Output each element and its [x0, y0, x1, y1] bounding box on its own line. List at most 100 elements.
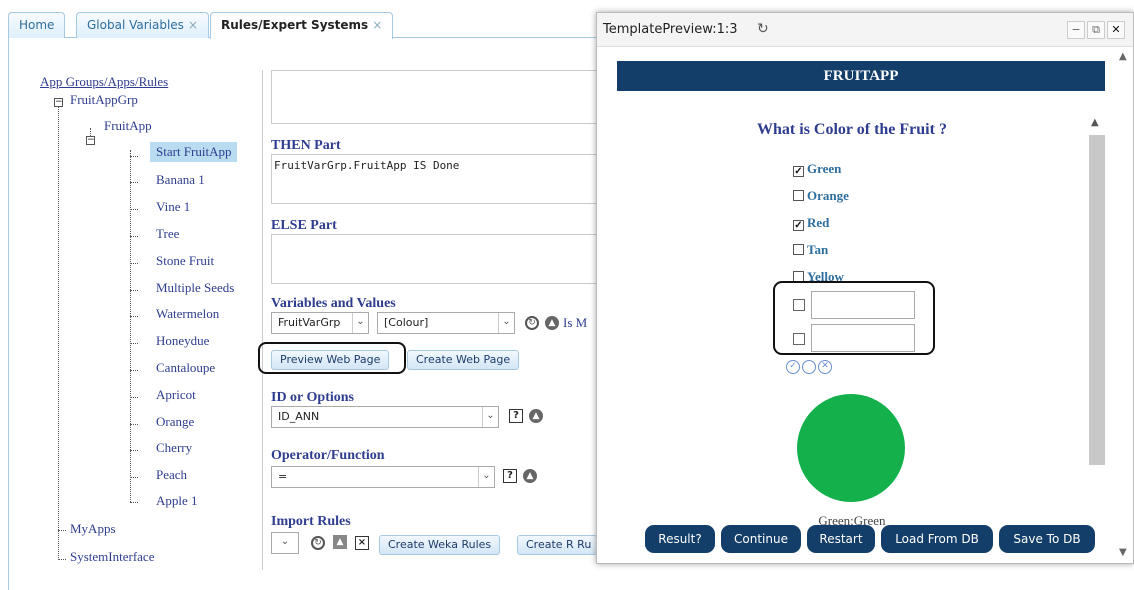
tree-app[interactable]: FruitApp: [104, 118, 152, 134]
tree-rule-item[interactable]: Multiple Seeds: [156, 280, 234, 296]
result-button[interactable]: Result?: [645, 525, 715, 553]
option-red[interactable]: ✓ Red: [793, 215, 829, 231]
chevron-down-icon: ⌄: [280, 536, 290, 547]
then-part-textarea[interactable]: FruitVarGrp.FruitApp IS Done: [271, 154, 601, 204]
window-title: TemplatePreview:1:3: [603, 22, 738, 37]
close-icon[interactable]: ×: [355, 536, 369, 550]
refresh-icon[interactable]: ↻: [311, 536, 325, 550]
maximize-icon[interactable]: ⧉: [1087, 21, 1105, 39]
import-rules-label: Import Rules: [271, 514, 351, 529]
create-r-rules-button[interactable]: Create R Ru: [517, 535, 597, 555]
tree-rule-item[interactable]: Watermelon: [156, 306, 219, 322]
refresh-icon[interactable]: ↻: [525, 316, 539, 330]
inner-scrollbar[interactable]: ▲: [1089, 113, 1105, 553]
tree-rule-item[interactable]: Cherry: [156, 440, 192, 456]
tree-branch: [130, 156, 138, 157]
close-icon[interactable]: ×: [372, 18, 382, 32]
tree-branch: [130, 209, 138, 210]
tree-rule-item[interactable]: Apple 1: [156, 493, 198, 509]
minimize-icon[interactable]: −: [1067, 21, 1085, 39]
tree-branch: [130, 290, 138, 291]
var-name-select[interactable]: [Colour] ⌄: [377, 312, 515, 334]
custom-option-input[interactable]: [811, 324, 915, 352]
then-value: FruitVarGrp.FruitApp IS Done: [274, 159, 460, 172]
save-to-db-button[interactable]: Save To DB: [999, 525, 1095, 553]
custom-option-input[interactable]: [811, 291, 915, 319]
operator-select[interactable]: = ⌄: [271, 466, 495, 488]
tree-root-link[interactable]: App Groups/Apps/Rules: [40, 74, 168, 90]
if-part-textarea[interactable]: [271, 70, 601, 124]
upload-icon[interactable]: ▲: [333, 535, 347, 549]
checkbox[interactable]: [793, 333, 805, 345]
chevron-down-icon: ⌄: [498, 313, 514, 333]
tree-group[interactable]: FruitAppGrp: [70, 92, 138, 108]
option-tan[interactable]: Tan: [793, 242, 828, 258]
help-icon[interactable]: ?: [509, 409, 523, 423]
tree-rule-item[interactable]: Honeydue: [156, 333, 209, 349]
chevron-down-icon: ⌄: [482, 407, 498, 427]
up-arrow-icon[interactable]: ▲: [545, 316, 559, 330]
tab-label: Home: [19, 18, 55, 32]
else-part-textarea[interactable]: [271, 234, 601, 284]
scroll-down-icon[interactable]: ▼: [1119, 547, 1127, 558]
tree-branch: [130, 502, 138, 503]
var-group-value: FruitVarGrp: [278, 316, 341, 329]
tree-rule-item[interactable]: Vine 1: [156, 199, 190, 215]
import-select[interactable]: ⌄: [271, 532, 299, 554]
option-green[interactable]: ✓ Green: [793, 161, 841, 177]
load-from-db-button[interactable]: Load From DB: [881, 525, 993, 553]
help-icon[interactable]: ?: [503, 469, 517, 483]
tree-rule-item[interactable]: Banana 1: [156, 172, 205, 188]
continue-button[interactable]: Continue: [721, 525, 801, 553]
scroll-up-icon[interactable]: ▲: [1119, 51, 1127, 62]
tree-rule-item[interactable]: Peach: [156, 467, 187, 483]
option-orange[interactable]: Orange: [793, 188, 849, 204]
tree-rule-item[interactable]: Orange: [156, 414, 194, 430]
restart-button[interactable]: Restart: [807, 525, 875, 553]
blank-icon[interactable]: [802, 360, 816, 374]
checkbox[interactable]: [793, 299, 805, 311]
else-label: ELSE Part: [271, 218, 337, 233]
checkbox[interactable]: [793, 190, 804, 201]
id-options-select[interactable]: ID_ANN ⌄: [271, 406, 499, 428]
scroll-thumb[interactable]: [1089, 135, 1105, 465]
tree-branch: [130, 316, 138, 317]
operator-label: Operator/Function: [271, 448, 385, 463]
scroll-up-icon[interactable]: ▲: [1091, 117, 1099, 128]
confirm-icon[interactable]: ✓: [786, 360, 800, 374]
checkbox-checked[interactable]: ✓: [793, 220, 804, 231]
tree-rule-item[interactable]: Cantaloupe: [156, 360, 215, 376]
close-icon[interactable]: ×: [188, 18, 198, 32]
frame-border: [8, 38, 9, 590]
create-web-page-button[interactable]: Create Web Page: [407, 350, 520, 370]
checkbox-checked[interactable]: ✓: [793, 166, 804, 177]
tree-rule-item[interactable]: Tree: [156, 226, 179, 242]
cancel-icon[interactable]: ✕: [818, 360, 832, 374]
tab-label: Global Variables: [87, 18, 184, 32]
tree-rule-item[interactable]: Stone Fruit: [156, 253, 214, 269]
var-group-select[interactable]: FruitVarGrp ⌄: [271, 312, 369, 334]
tree-branch: [130, 182, 138, 183]
tree-branch: [130, 397, 138, 398]
var-name-value: [Colour]: [384, 316, 429, 329]
collapse-icon[interactable]: −: [54, 98, 63, 107]
preview-titlebar[interactable]: TemplatePreview:1:3 ↻ − ⧉ ✕: [597, 13, 1133, 47]
tree-branch: [130, 263, 138, 264]
collapse-icon[interactable]: −: [86, 136, 95, 145]
tree-rule-item[interactable]: Start FruitApp: [150, 142, 238, 162]
tab-rules-expert-systems[interactable]: Rules/Expert Systems ×: [210, 12, 394, 39]
tree-branch: [130, 343, 138, 344]
tab-global-variables[interactable]: Global Variables ×: [76, 12, 209, 38]
tree-rule-item[interactable]: Apricot: [156, 387, 196, 403]
close-icon[interactable]: ✕: [1107, 21, 1125, 39]
option-label: Green: [807, 161, 842, 176]
checkbox[interactable]: [793, 244, 804, 255]
tab-home[interactable]: Home: [8, 12, 66, 38]
create-weka-rules-button[interactable]: Create Weka Rules: [379, 535, 501, 555]
up-arrow-icon[interactable]: ▲: [523, 469, 537, 483]
tree-group-item[interactable]: SystemInterface: [70, 549, 154, 565]
operator-value: =: [278, 470, 288, 483]
up-arrow-icon[interactable]: ▲: [529, 409, 543, 423]
tree-group-item[interactable]: MyApps: [70, 521, 116, 537]
refresh-icon[interactable]: ↻: [757, 21, 769, 37]
